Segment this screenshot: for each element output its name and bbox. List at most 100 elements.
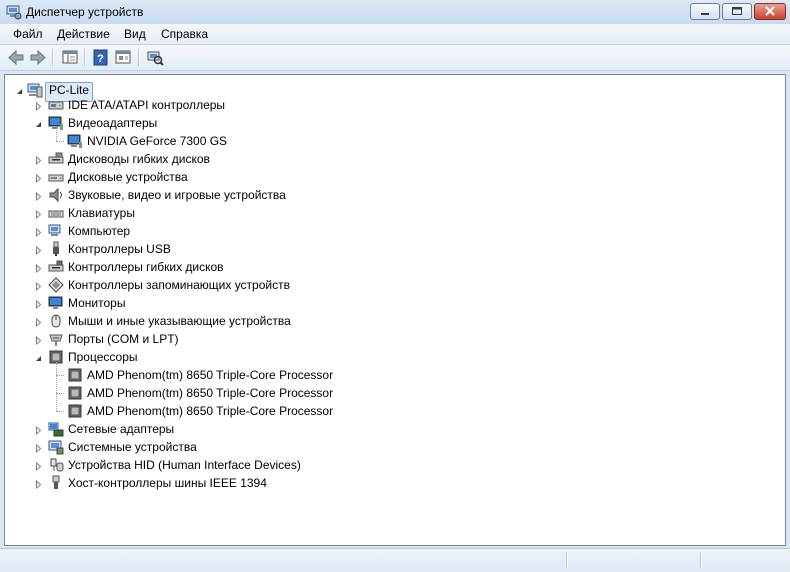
toolbar-separator <box>52 49 54 66</box>
tree-category-label[interactable]: Контроллеры USB <box>68 240 171 258</box>
minimize-icon <box>701 13 709 15</box>
menu-bar: Файл Действие Вид Справка <box>0 24 790 45</box>
tree-connector-line <box>56 375 64 376</box>
ide-controller-icon <box>48 97 64 113</box>
usb-icon <box>48 241 64 257</box>
tree-connector-line <box>56 362 57 411</box>
tree-category-label[interactable]: Порты (COM и LPT) <box>68 330 179 348</box>
close-button[interactable] <box>754 3 786 20</box>
tree-category-label[interactable]: Устройства HID (Human Interface Devices) <box>68 456 301 474</box>
maximize-button[interactable] <box>722 3 752 20</box>
svg-text:?: ? <box>97 53 104 65</box>
status-bar <box>0 548 790 572</box>
toolbar-separator <box>138 49 140 66</box>
hid-icon <box>48 457 64 473</box>
disk-drive-icon <box>48 169 64 185</box>
tree-category-label[interactable]: Дисководы гибких дисков <box>68 150 210 168</box>
help-icon: ? <box>93 49 108 66</box>
properties-icon <box>115 50 131 64</box>
show-hide-console-tree-button[interactable] <box>60 48 80 67</box>
scan-hardware-icon <box>147 51 164 66</box>
tree-category-label[interactable]: Клавиатуры <box>68 204 135 222</box>
collapse-arrow-icon[interactable] <box>15 85 24 94</box>
expand-arrow-icon[interactable] <box>34 208 43 220</box>
system-devices-icon <box>48 439 64 455</box>
tree-device-label[interactable]: AMD Phenom(tm) 8650 Triple-Core Processo… <box>87 366 333 384</box>
collapse-arrow-icon[interactable] <box>34 118 43 127</box>
keyboard-icon <box>48 205 64 221</box>
tree-connector-line <box>56 141 64 142</box>
processor-icon <box>67 385 83 401</box>
tree-category-label[interactable]: Мониторы <box>68 294 125 312</box>
expand-arrow-icon[interactable] <box>34 460 43 472</box>
expand-arrow-icon[interactable] <box>34 244 43 256</box>
menu-file[interactable]: Файл <box>13 27 43 41</box>
expand-arrow-icon[interactable] <box>34 334 43 346</box>
forward-button[interactable] <box>28 48 48 67</box>
processor-icon <box>67 367 83 383</box>
minimize-button[interactable] <box>690 3 720 20</box>
back-button[interactable] <box>6 48 26 67</box>
scan-hardware-changes-button[interactable] <box>145 48 165 67</box>
device-tree[interactable]: PC-Lite IDE ATA/ATAPI контроллеры Видеоада… <box>4 74 786 546</box>
expand-arrow-icon[interactable] <box>34 316 43 328</box>
ieee1394-icon <box>48 475 64 491</box>
tree-device-label[interactable]: AMD Phenom(tm) 8650 Triple-Core Processo… <box>87 402 333 420</box>
tree-connector-line <box>56 128 57 141</box>
tree-category-label[interactable]: Контроллеры гибких дисков <box>68 258 224 276</box>
toolbar-separator <box>84 49 86 66</box>
tree-category-label[interactable]: Компьютер <box>68 222 130 240</box>
tree-connector-line <box>56 393 64 394</box>
tree-category-label[interactable]: Системные устройства <box>68 438 197 456</box>
expand-arrow-icon[interactable] <box>34 478 43 490</box>
tree-category-label[interactable]: Видеоадаптеры <box>68 114 157 132</box>
window-title: Диспетчер устройств <box>26 5 144 19</box>
tree-device-label[interactable]: AMD Phenom(tm) 8650 Triple-Core Processo… <box>87 384 333 402</box>
tree-category-label[interactable]: Звуковые, видео и игровые устройства <box>68 186 286 204</box>
menu-help[interactable]: Справка <box>161 27 208 41</box>
collapse-arrow-icon[interactable] <box>34 352 43 361</box>
expand-arrow-icon[interactable] <box>34 154 43 166</box>
tree-category-label[interactable]: IDE ATA/ATAPI контроллеры <box>68 96 225 114</box>
expand-arrow-icon[interactable] <box>34 298 43 310</box>
expand-arrow-icon[interactable] <box>34 172 43 184</box>
tree-category-label[interactable]: Мыши и иные указывающие устройства <box>68 312 291 330</box>
tree-category-label[interactable]: Процессоры <box>68 348 138 366</box>
close-icon <box>765 6 775 16</box>
tree-category-label[interactable]: Дисковые устройства <box>68 168 188 186</box>
mouse-icon <box>48 313 64 329</box>
port-icon <box>48 331 64 347</box>
console-tree-icon <box>62 50 78 64</box>
expand-arrow-icon[interactable] <box>34 424 43 436</box>
speaker-icon <box>48 187 64 203</box>
expand-arrow-icon[interactable] <box>34 100 43 112</box>
tree-category-label[interactable]: Контроллеры запоминающих устройств <box>68 276 290 294</box>
maximize-icon <box>732 7 742 15</box>
title-bar[interactable]: Диспетчер устройств <box>0 0 790 24</box>
expand-arrow-icon[interactable] <box>34 280 43 292</box>
properties-button[interactable] <box>113 48 133 67</box>
network-adapter-icon <box>48 421 64 437</box>
floppy-drive-icon <box>48 151 64 167</box>
expand-arrow-icon[interactable] <box>34 262 43 274</box>
computer-icon <box>48 223 64 239</box>
menu-view[interactable]: Вид <box>124 27 146 41</box>
floppy-controller-icon <box>48 259 64 275</box>
monitor-icon <box>48 295 64 311</box>
forward-arrow-icon <box>30 49 46 66</box>
tree-category-label[interactable]: Хост-контроллеры шины IEEE 1394 <box>68 474 267 492</box>
expand-arrow-icon[interactable] <box>34 442 43 454</box>
expand-arrow-icon[interactable] <box>34 226 43 238</box>
help-button[interactable]: ? <box>91 48 111 67</box>
status-pane-divider <box>566 552 568 568</box>
storage-controller-icon <box>48 277 64 293</box>
menu-action[interactable]: Действие <box>57 27 110 41</box>
tree-device-label[interactable]: NVIDIA GeForce 7300 GS <box>87 132 227 150</box>
expand-arrow-icon[interactable] <box>34 190 43 202</box>
tree-category-label[interactable]: Сетевые адаптеры <box>68 420 174 438</box>
back-arrow-icon <box>8 49 24 66</box>
toolbar: ? <box>0 45 790 71</box>
tree-connector-line <box>56 411 64 412</box>
status-pane-divider <box>700 552 702 568</box>
display-adapter-icon <box>67 133 83 149</box>
